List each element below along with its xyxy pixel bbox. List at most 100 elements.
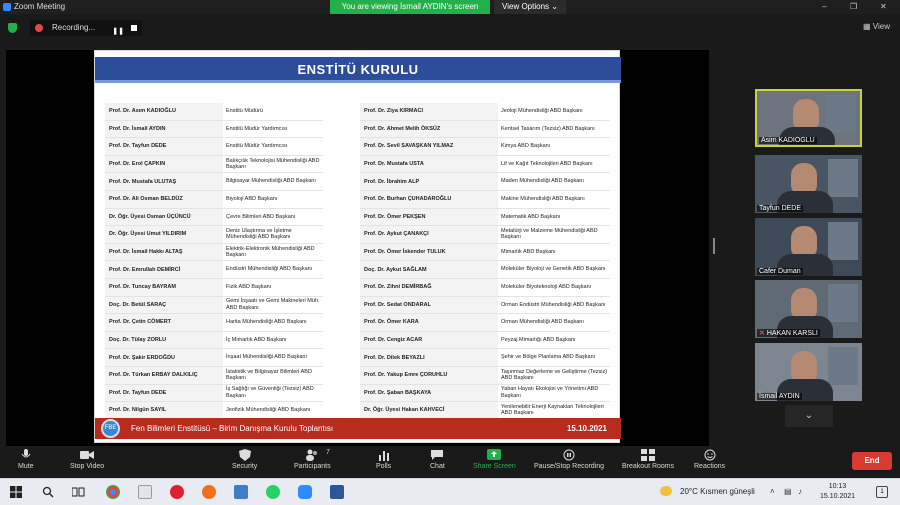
clock-date: 15.10.2021 [820, 493, 856, 500]
tray-chevron-icon[interactable]: ˄ [770, 487, 775, 496]
word-icon[interactable] [330, 485, 344, 499]
whatsapp-icon[interactable] [266, 485, 280, 499]
member-role: Moleküler Biyoloji ve Genetik ABD Başkan… [501, 266, 606, 273]
recording-icon [563, 449, 575, 461]
member-name: Prof. Dr. Ahmet Melih ÖKSÜZ [360, 120, 498, 138]
member-role: Gemi İnşaatı ve Gemi Makineleri Müh. ABD… [226, 298, 320, 311]
participant-name: HAKAN KARSLI [766, 330, 818, 337]
member-name: Prof. Dr. Tayfun DEDE [105, 384, 223, 402]
weather-sun-icon [660, 486, 672, 496]
member-role: Maden Mühendisliği ABD Başkanı [501, 178, 584, 185]
participant-name: Tayfun DEDE [759, 205, 802, 212]
panel-resize-handle[interactable] [713, 238, 715, 254]
member-row: Doç. Dr. Betül SARAÇ Gemi İnşaatı ve Gemi… [105, 296, 323, 315]
member-row: Prof. Dr. Ömer KARA Orman Mühendisliği AB… [360, 314, 610, 332]
member-role: Yaban Hayatı Ekolojisi ve Yönetimi ABD B… [501, 386, 599, 399]
member-row: Prof. Dr. Mustafa ULUTAŞ Bilgisayar Mühen… [105, 173, 323, 191]
opera-icon[interactable] [170, 485, 184, 499]
participant-video-tile[interactable]: Cafer Duman [755, 218, 862, 276]
video-camera-icon [80, 451, 95, 459]
stop-video-button[interactable]: Stop Video [70, 449, 104, 470]
participant-video-tile[interactable]: Asim KADIOGLU [755, 89, 862, 147]
minimize-button[interactable]: – [822, 2, 826, 11]
chrome-icon[interactable] [106, 485, 120, 499]
media-player-icon[interactable] [138, 485, 152, 499]
notification-center-icon[interactable]: 1 [876, 486, 888, 498]
member-name: Prof. Dr. Aykut ÇANAKÇI [360, 226, 498, 243]
member-row: Doç. Dr. Tülay ZORLU İç Mimarlık ABD Başk… [105, 331, 323, 350]
member-role: Biyoloji ABD Başkanı [226, 196, 278, 203]
weather-text[interactable]: 20°C Kısmen güneşli [680, 487, 755, 496]
share-screen-icon [487, 449, 502, 460]
member-row: Prof. Dr. Emrullah DEMİRCİ Endüstri Mühen… [105, 261, 323, 279]
pause-recording-icon[interactable]: ❚❚ [112, 24, 124, 40]
member-row: Doç. Dr. Aykut SAĞLAM Moleküler Biyoloji … [360, 261, 610, 279]
zoom-taskbar-icon[interactable] [298, 485, 312, 499]
volume-icon[interactable]: ♪ [798, 487, 802, 496]
member-name: Prof. Dr. Dilek BEYAZLI [360, 349, 498, 366]
member-row: Prof. Dr. Ömer İskender TULUK Mimarlık AB… [360, 243, 610, 262]
network-icon[interactable]: ▤ [784, 487, 792, 496]
participants-scroll-down-button[interactable]: ⌄ [785, 405, 833, 427]
participant-video-tile[interactable]: İsmail AYDIN [755, 343, 862, 401]
member-name: Prof. Dr. Mustafa ULUTAŞ [105, 173, 223, 190]
member-name: Prof. Dr. Cengiz ACAR [360, 331, 498, 349]
member-name: Prof. Dr. Ziya KIRMACI [360, 103, 498, 120]
security-button[interactable]: Security [232, 449, 257, 470]
view-options-button[interactable]: View Options ⌄ [494, 0, 566, 14]
member-role: Jeoloji Mühendisliği ABD Başkanı [501, 108, 583, 115]
participant-video-tile[interactable]: ✕ HAKAN KARSLI [755, 280, 862, 338]
participant-video-tile[interactable]: Tayfun DEDE [755, 155, 862, 213]
mute-button[interactable]: Mute [18, 449, 34, 470]
member-name: Prof. Dr. Tuncay BAYRAM [105, 278, 223, 296]
share-screen-button[interactable]: Share Screen [473, 449, 516, 470]
member-row: Prof. Dr. Şaban BAŞKAYA Yaban Hayatı Ekol… [360, 384, 610, 403]
member-name: Doç. Dr. Betül SARAÇ [105, 296, 223, 314]
members-table-right: Prof. Dr. Ziya KIRMACI Jeoloji Mühendisli… [360, 103, 610, 420]
slide-footer: FBE Fen Bilimleri Enstitüsü – Birim Danı… [95, 418, 621, 439]
end-meeting-button[interactable]: End [852, 452, 892, 470]
windows-start-icon[interactable] [10, 486, 22, 498]
view-button[interactable]: ▦ View [863, 22, 890, 31]
background-window [828, 347, 858, 385]
member-name: Prof. Dr. Erol ÇAPKIN [105, 155, 223, 173]
security-shield-icon[interactable] [8, 23, 17, 33]
member-name: Prof. Dr. Emrullah DEMİRCİ [105, 261, 223, 278]
member-row: Prof. Dr. İsmail Hakkı ALTAŞ Elektrik-Ele… [105, 243, 323, 262]
member-row: Prof. Dr. Sevil SAVAŞKAN YILMAZ Kimya ABD… [360, 138, 610, 156]
member-role: Çevre Bilimleri ABD Başkanı [226, 213, 296, 220]
member-name: Doç. Dr. Tülay ZORLU [105, 331, 223, 349]
maximize-button[interactable]: ❐ [850, 2, 857, 11]
member-role: Moleküler Biyoteknoloji ABD Başkanı [501, 283, 592, 290]
participant-name-label: Asim KADIOGLU [759, 137, 817, 144]
task-view-icon[interactable] [72, 486, 85, 498]
member-name: Prof. Dr. İsmail Hakkı ALTAŞ [105, 243, 223, 261]
breakout-rooms-button[interactable]: Breakout Rooms [622, 449, 674, 470]
member-role: Balıkçılık Teknolojisi Mühendisliği ABD … [226, 157, 320, 171]
meeting-status-bar: Recording... ❚❚ ▦ View [0, 14, 900, 42]
member-role: Şehir ve Bölge Planlama ABD Başkanı [501, 354, 596, 361]
member-role: Enstitü Müdürü [226, 108, 263, 115]
member-role: İstatistik ve Bilgisayar Bilimleri ABD B… [226, 368, 312, 382]
control-panel-icon[interactable] [234, 485, 248, 499]
polls-button[interactable]: Polls [376, 449, 391, 470]
member-row: Prof. Dr. Şakir ERDOĞDU İnşaat Mühendisli… [105, 349, 323, 367]
member-name: Prof. Dr. Çetin CÖMERT [105, 314, 223, 331]
member-role: Peyzaj Mimarlığı ABD Başkanı [501, 336, 576, 343]
stop-recording-icon[interactable] [131, 25, 137, 31]
chat-button[interactable]: Chat [430, 449, 445, 470]
member-name: Prof. Dr. Asım KADIOĞLU [105, 103, 223, 120]
member-row: Prof. Dr. Tuncay BAYRAM Fizik ABD Başkanı [105, 278, 323, 297]
windows-taskbar: 20°C Kısmen güneşli ˄ ▤ ♪ 10:13 15.10.20… [0, 478, 900, 505]
search-icon[interactable] [42, 486, 54, 498]
member-row: Prof. Dr. Yakup Emre ÇORUHLU Taşınmaz Değ… [360, 366, 610, 385]
member-row: Prof. Dr. Ziya KIRMACI Jeoloji Mühendisli… [360, 103, 610, 121]
window-title: Zoom Meeting [14, 2, 66, 11]
close-button[interactable]: ✕ [880, 2, 887, 11]
member-name: Prof. Dr. Şaban BAŞKAYA [360, 384, 498, 402]
reactions-button[interactable]: Reactions [694, 449, 725, 470]
clock[interactable]: 10:13 15.10.2021 [820, 482, 855, 502]
firefox-icon[interactable] [202, 485, 216, 499]
participants-count: 7 [326, 449, 330, 456]
pause-stop-recording-button[interactable]: Pause/Stop Recording [534, 449, 604, 470]
